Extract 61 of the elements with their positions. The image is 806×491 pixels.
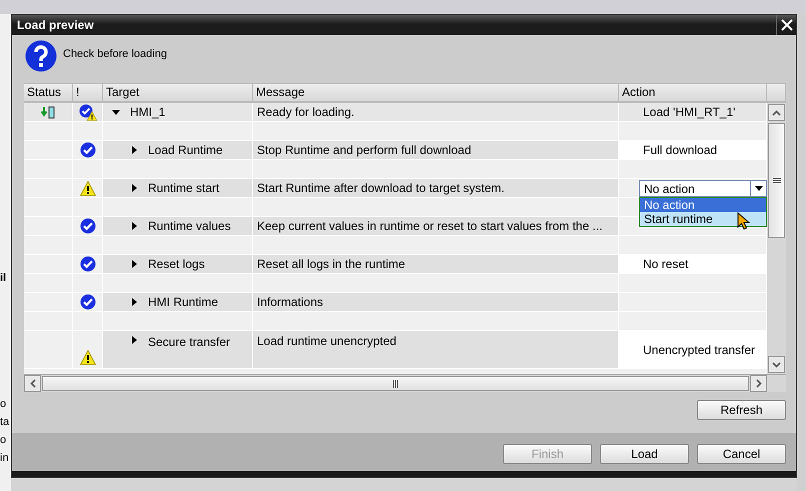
message-text: Ready for loading. xyxy=(256,105,354,119)
message-text: Informations xyxy=(256,295,324,309)
column-header: Message xyxy=(253,84,619,101)
vertical-scrollbar[interactable] xyxy=(767,103,786,374)
message-text: Stop Runtime and perform full download xyxy=(256,143,472,157)
warning-icon xyxy=(80,350,96,365)
action-text: Unencrypted transfer xyxy=(642,342,756,356)
target-name: Load Runtime xyxy=(147,143,223,157)
message-text: Reset all logs in the runtime xyxy=(256,257,406,271)
close-icon xyxy=(780,19,792,31)
expand-caret-icon[interactable] xyxy=(129,145,139,155)
action-text: Load 'HMI_RT_1' xyxy=(642,105,736,119)
background-text: o xyxy=(0,398,6,410)
window-title: Load preview xyxy=(16,18,94,32)
chevron-down-icon xyxy=(772,362,781,368)
target-name: HMI Runtime xyxy=(147,295,218,309)
refresh-button[interactable]: Refresh xyxy=(697,400,786,420)
expand-caret-icon[interactable] xyxy=(129,335,139,345)
expand-caret-icon[interactable] xyxy=(129,183,139,193)
background-text: in xyxy=(0,452,9,464)
background-text: il xyxy=(0,272,6,284)
background-text: ta xyxy=(0,416,10,428)
chevron-right-icon xyxy=(756,379,762,388)
chevron-up-icon xyxy=(772,110,781,116)
background-text: o xyxy=(0,434,6,446)
collapse-caret-icon[interactable] xyxy=(111,107,121,117)
horizontal-scrollbar[interactable] xyxy=(24,374,786,392)
expand-caret-icon[interactable] xyxy=(129,297,139,307)
dropdown-arrow-icon xyxy=(754,186,762,191)
action-dropdown[interactable]: No action xyxy=(639,180,767,197)
message-text: Load runtime unencrypted xyxy=(256,334,396,348)
expand-caret-icon[interactable] xyxy=(129,259,139,269)
message-text: Start Runtime after download to target system. xyxy=(256,181,504,195)
target-name: Secure transfer xyxy=(147,335,230,349)
target-name: Runtime start xyxy=(147,181,220,195)
scroll-down-button[interactable] xyxy=(768,356,785,373)
warning-icon xyxy=(80,180,96,196)
grip-icon xyxy=(772,178,780,184)
scroll-left-button[interactable] xyxy=(24,375,41,392)
column-header: Target xyxy=(103,84,253,101)
target-name: HMI_1 xyxy=(129,105,166,119)
chevron-left-icon xyxy=(30,379,36,388)
column-header: ! xyxy=(73,84,103,101)
footer-button[interactable]: Load xyxy=(600,444,689,464)
scroll-right-button[interactable] xyxy=(750,375,767,392)
mouse-pointer-icon xyxy=(737,212,750,230)
question-icon xyxy=(25,40,57,72)
target-name: Reset logs xyxy=(147,257,205,271)
action-text: Full download xyxy=(642,143,718,157)
grip-icon xyxy=(392,380,398,388)
action-text: No reset xyxy=(642,257,688,271)
column-header: Status xyxy=(24,84,73,101)
target-name: Runtime values xyxy=(147,219,231,233)
expand-caret-icon[interactable] xyxy=(129,221,139,231)
footer-button[interactable]: Cancel xyxy=(697,444,786,464)
scroll-up-button[interactable] xyxy=(768,104,785,121)
column-header: Action xyxy=(619,84,767,101)
message-text: Keep current values in runtime or reset to start values from the ... xyxy=(256,219,602,233)
dropdown-option[interactable]: Start runtime xyxy=(640,212,766,226)
header-text: Check before loading xyxy=(63,48,167,60)
dropdown-option[interactable]: No action xyxy=(640,198,766,212)
